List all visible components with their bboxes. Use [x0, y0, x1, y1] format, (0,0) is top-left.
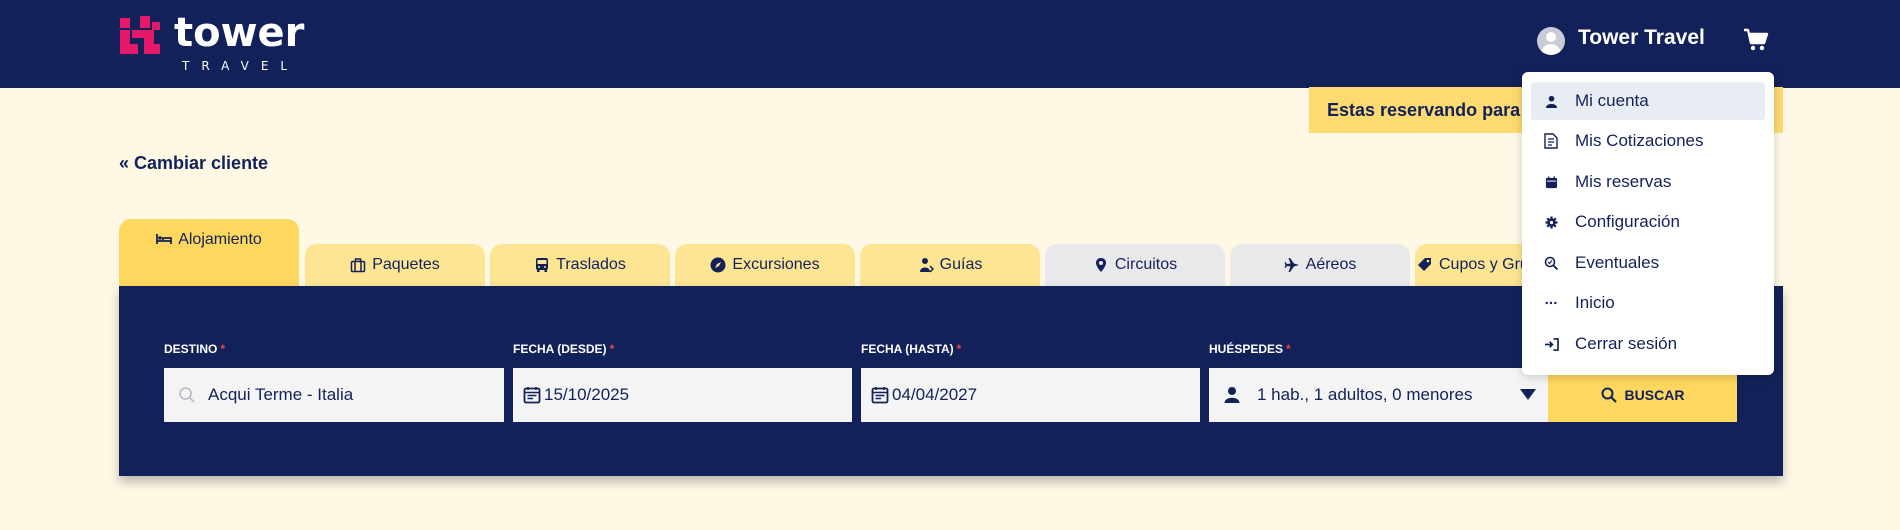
search-icon [1601, 387, 1617, 403]
calendar-icon [523, 387, 541, 404]
menu-item-label: Mis reservas [1575, 172, 1672, 191]
user-icon [1224, 387, 1240, 403]
fecha-hasta-label: FECHA (HASTA) * [861, 342, 962, 356]
menu-item-label: Eventuales [1575, 253, 1660, 272]
tag-icon [1418, 258, 1431, 271]
huespedes-label: HUÉSPEDES * [1209, 342, 1291, 356]
change-client-link[interactable]: « Cambiar cliente [119, 153, 268, 174]
tab-label: Guías [939, 256, 983, 273]
destino-label: DESTINO * [164, 342, 226, 356]
buscar-label: BUSCAR [1624, 387, 1685, 403]
menu-item-mis-cotizaciones[interactable]: Mis Cotizaciones [1531, 122, 1765, 160]
tab-label: Aéreos [1305, 256, 1357, 273]
tab-excursiones[interactable]: Excursiones [675, 244, 855, 286]
tab-label: Paquetes [372, 256, 440, 273]
tab-traslados[interactable]: Traslados [490, 244, 670, 286]
fecha-desde-label: FECHA (DESDE) * [513, 342, 615, 356]
bed-icon [156, 234, 173, 244]
search-list-icon [1543, 255, 1559, 271]
map-pin-icon [1095, 258, 1106, 272]
tower-travel-logo[interactable]: tower TRAVEL [118, 10, 308, 74]
search-icon [179, 387, 195, 403]
tab-label: Excursiones [732, 256, 820, 273]
calendar-icon [871, 387, 889, 404]
bus-icon [536, 258, 549, 272]
menu-item-mi-cuenta[interactable]: Mi cuenta [1531, 82, 1765, 120]
dropdown-arrow-icon [1520, 389, 1536, 400]
menu-item-label: Configuración [1575, 212, 1680, 231]
tab-aereos[interactable]: Aéreos [1230, 244, 1410, 286]
fecha-hasta-value: 04/04/2027 [892, 385, 978, 404]
menu-item-inicio[interactable]: Inicio [1531, 284, 1765, 322]
fecha-desde-input[interactable]: 15/10/2025 [513, 368, 852, 422]
compass-icon [710, 257, 726, 273]
menu-item-configuracion[interactable]: Configuración [1531, 203, 1765, 241]
menu-item-label: Mi cuenta [1575, 91, 1649, 110]
huespedes-value: 1 hab., 1 adultos, 0 menores [1257, 385, 1473, 404]
tab-alojamiento[interactable]: Alojamiento [119, 219, 299, 286]
invoice-icon [1543, 133, 1559, 149]
logo-subtitle: TRAVEL [182, 59, 300, 73]
menu-item-label: Mis Cotizaciones [1575, 131, 1704, 150]
user-menu-toggle[interactable]: Tower Travel [1578, 26, 1705, 50]
destino-input[interactable]: Acqui Terme - Italia [164, 368, 504, 422]
tab-circuitos[interactable]: Circuitos [1045, 244, 1225, 286]
briefcase-icon [350, 258, 366, 273]
shopping-cart-icon[interactable] [1743, 28, 1769, 52]
user-avatar-icon[interactable] [1537, 27, 1565, 55]
calendar-icon [1543, 174, 1559, 190]
user-dropdown-menu: Mi cuenta Mis Cotizaciones Mis reservas … [1522, 72, 1774, 375]
fecha-desde-value: 15/10/2025 [544, 385, 630, 404]
ellipsis-icon [1543, 295, 1559, 311]
huespedes-select[interactable]: 1 hab., 1 adultos, 0 menores [1209, 368, 1548, 422]
menu-item-mis-reservas[interactable]: Mis reservas [1531, 163, 1765, 201]
tab-label: Alojamiento [178, 231, 262, 248]
menu-item-eventuales[interactable]: Eventuales [1531, 244, 1765, 282]
tab-guias[interactable]: Guías [860, 244, 1040, 286]
logo-mark-icon [120, 16, 160, 54]
logout-icon [1543, 336, 1559, 352]
destino-value: Acqui Terme - Italia [208, 385, 354, 404]
fecha-hasta-input[interactable]: 04/04/2027 [861, 368, 1200, 422]
menu-item-label: Inicio [1575, 293, 1615, 312]
tab-label: Circuitos [1114, 256, 1178, 273]
buscar-button[interactable]: BUSCAR [1548, 368, 1737, 422]
logo-wordmark: tower [174, 10, 305, 56]
gear-icon [1543, 214, 1559, 230]
tab-paquetes[interactable]: Paquetes [305, 244, 485, 286]
user-icon [1543, 93, 1559, 109]
tab-label: Traslados [556, 256, 626, 273]
menu-item-label: Cerrar sesión [1575, 334, 1678, 353]
menu-item-cerrar-sesion[interactable]: Cerrar sesión [1531, 325, 1765, 363]
plane-icon [1284, 258, 1299, 272]
guide-icon [919, 258, 934, 273]
